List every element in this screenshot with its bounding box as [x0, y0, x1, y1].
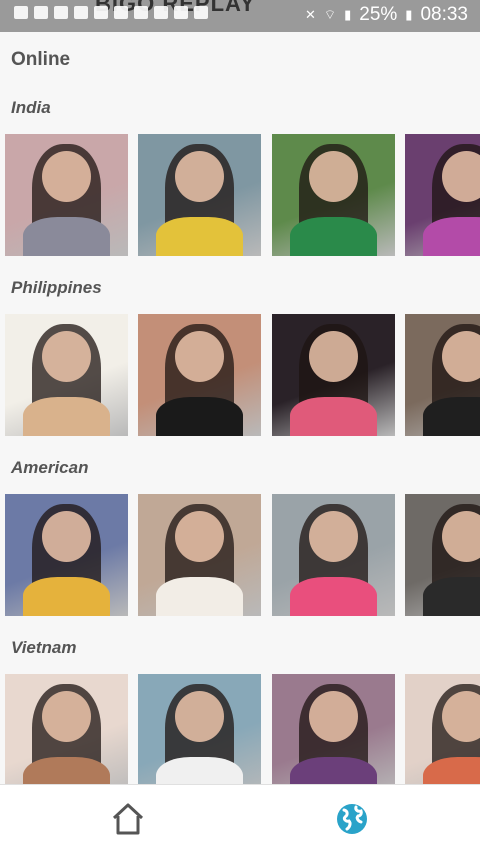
stream-thumbnail[interactable]: [138, 494, 261, 616]
system-status: ✕ ⌔ ▮ 25% ▮ 08:33: [305, 4, 468, 26]
thumbnail-face: [308, 511, 359, 563]
thumbnail-body: [23, 576, 110, 616]
home-icon: [112, 803, 144, 835]
app-icon: [174, 6, 188, 19]
bottom-navigation: [0, 784, 480, 855]
stream-thumbnail[interactable]: [272, 494, 395, 616]
nav-explore-button[interactable]: [334, 801, 370, 837]
section-label: Philippines: [11, 278, 102, 297]
tile-row: [5, 494, 480, 616]
thumbnail-body: [290, 576, 377, 616]
section-label: India: [11, 98, 51, 117]
tile-row: [5, 134, 480, 256]
tile-row: [5, 674, 480, 784]
stream-thumbnail[interactable]: [405, 494, 480, 616]
section-label: Vietnam: [11, 638, 77, 657]
thumbnail-face: [41, 151, 92, 203]
thumbnail-face: [174, 511, 225, 563]
wifi-icon: ⌔: [323, 7, 337, 22]
send-icon: [94, 6, 108, 19]
thumbnail-body: [156, 216, 243, 256]
stream-thumbnail[interactable]: [5, 494, 128, 616]
section-label: American: [11, 458, 89, 477]
stream-thumbnail[interactable]: [5, 134, 128, 256]
send-icon: [74, 6, 88, 19]
content-area[interactable]: Online India Philippines American Vietna…: [0, 32, 480, 784]
weather-icon: [134, 6, 148, 19]
notification-icons: [14, 6, 208, 19]
facebook-icon: [34, 6, 48, 19]
stream-thumbnail[interactable]: [272, 134, 395, 256]
message-icon: [14, 6, 28, 19]
thumbnail-face: [308, 691, 359, 743]
thumbnail-body: [290, 756, 377, 784]
thumbnail-body: [423, 576, 480, 616]
thumbnail-face: [41, 331, 92, 383]
send-icon: [114, 6, 128, 19]
thumbnail-face: [174, 151, 225, 203]
thumbnail-face: [308, 331, 359, 383]
tile-row: [5, 314, 480, 436]
thumbnail-body: [156, 756, 243, 784]
thumbnail-body: [290, 216, 377, 256]
thumbnail-body: [23, 756, 110, 784]
thumbnail-face: [174, 691, 225, 743]
mute-icon: ✕: [304, 7, 316, 22]
thumbnail-body: [23, 396, 110, 436]
thumbnail-body: [23, 216, 110, 256]
thumbnail-body: [156, 576, 243, 616]
thumbnail-face: [308, 151, 359, 203]
page-title: Online: [11, 49, 71, 70]
thumbnail-body: [423, 216, 480, 256]
thumbnail-body: [423, 396, 480, 436]
stream-thumbnail[interactable]: [5, 314, 128, 436]
thumbnail-body: [290, 396, 377, 436]
app-icon: [194, 6, 208, 19]
stream-thumbnail[interactable]: [405, 674, 480, 784]
gmail-icon: [154, 6, 168, 19]
stream-thumbnail[interactable]: [272, 314, 395, 436]
thumbnail-face: [174, 331, 225, 383]
battery-icon: ▮: [405, 7, 413, 22]
clock: 08:33: [420, 4, 468, 25]
stream-thumbnail[interactable]: [272, 674, 395, 784]
thumbnail-face: [41, 511, 92, 563]
signal-icon: ▮: [344, 7, 352, 22]
thumbnail-body: [156, 396, 243, 436]
stream-thumbnail[interactable]: [405, 314, 480, 436]
globe-icon: [337, 804, 367, 834]
thumbnail-face: [41, 691, 92, 743]
stream-thumbnail[interactable]: [138, 314, 261, 436]
stream-thumbnail[interactable]: [5, 674, 128, 784]
nav-home-button[interactable]: [110, 801, 146, 837]
stream-thumbnail[interactable]: [138, 674, 261, 784]
battery-percent: 25%: [359, 4, 398, 25]
stream-thumbnail[interactable]: [138, 134, 261, 256]
upload-icon: [54, 6, 68, 19]
stream-thumbnail[interactable]: [405, 134, 480, 256]
status-bar: BIGO REPLAY ✕ ⌔ ▮ 25% ▮ 08:33: [0, 0, 480, 32]
